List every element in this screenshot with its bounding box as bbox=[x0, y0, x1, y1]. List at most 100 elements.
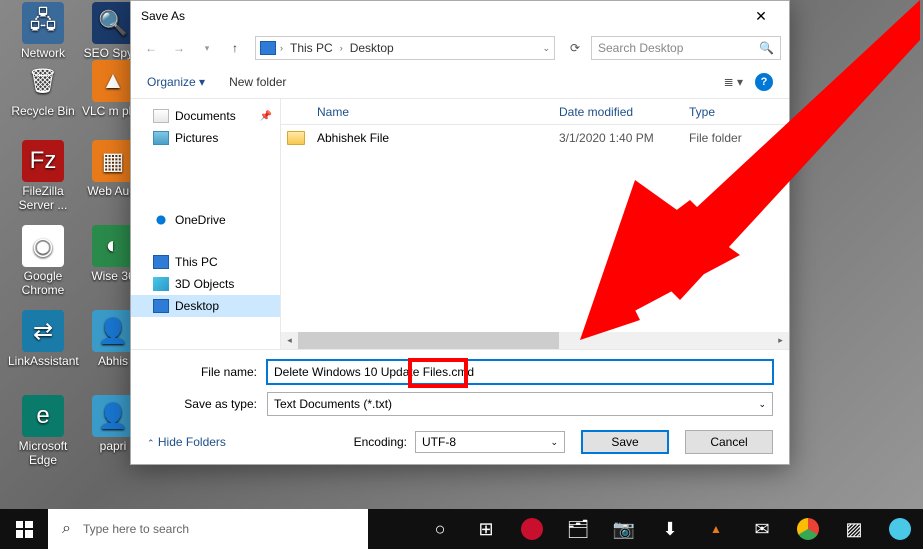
desktop-icon bbox=[153, 299, 169, 313]
filename-label: File name: bbox=[147, 365, 267, 379]
forward-icon: → bbox=[167, 36, 191, 60]
address-bar[interactable]: › This PC › Desktop ⌄ bbox=[255, 36, 555, 60]
chevron-right-icon[interactable]: › bbox=[280, 43, 283, 53]
saveastype-select[interactable]: Text Documents (*.txt)⌄ bbox=[267, 392, 773, 416]
chevron-down-icon[interactable]: ⌄ bbox=[542, 43, 550, 54]
sidebar-item-3d[interactable]: 3D Objects bbox=[131, 273, 280, 295]
app-icon: 🗑 bbox=[22, 60, 64, 102]
explorer-icon[interactable]: 🗂 bbox=[555, 509, 601, 549]
pc-icon bbox=[153, 255, 169, 269]
bottom-panel: File name: Save as type: Text Documents … bbox=[131, 349, 789, 464]
chevron-down-icon: ⌄ bbox=[550, 437, 558, 448]
sidebar-item-documents[interactable]: Documents📌 bbox=[131, 105, 280, 127]
search-icon: ⌕ bbox=[62, 520, 71, 538]
browser-icon[interactable] bbox=[877, 509, 923, 549]
taskbar-search[interactable]: ⌕ Type here to search bbox=[48, 509, 368, 549]
desktop-icon[interactable]: ◉Google Chrome bbox=[8, 225, 78, 297]
sidebar: Documents📌 Pictures OneDrive This PC 3D … bbox=[131, 99, 281, 349]
view-icon[interactable]: ≣ ▾ bbox=[724, 75, 743, 89]
filename-input[interactable] bbox=[267, 360, 773, 384]
help-icon[interactable]: ? bbox=[755, 73, 773, 91]
pictures-icon bbox=[153, 131, 169, 145]
vlc-icon[interactable]: ▲ bbox=[693, 509, 739, 549]
close-icon[interactable]: ✕ bbox=[741, 2, 781, 30]
organize-menu[interactable]: Organize ▾ bbox=[147, 75, 205, 89]
camera-icon[interactable]: 📷 bbox=[601, 509, 647, 549]
sidebar-item-onedrive[interactable]: OneDrive bbox=[131, 209, 280, 231]
file-row[interactable]: Abhishek File 3/1/2020 1:40 PM File fold… bbox=[281, 125, 789, 151]
taskbar: ⌕ Type here to search ○ ⊞ 🗂 📷 ⬇ ▲ ✉ ▨ bbox=[0, 509, 923, 549]
breadcrumb-root[interactable]: This PC bbox=[287, 41, 336, 55]
col-type[interactable]: Type bbox=[689, 105, 789, 119]
taskview-icon[interactable]: ⊞ bbox=[463, 509, 509, 549]
desktop-icon[interactable]: eMicrosoft Edge bbox=[8, 395, 78, 467]
breadcrumb-current[interactable]: Desktop bbox=[347, 41, 397, 55]
3d-objects-icon bbox=[153, 277, 169, 291]
cancel-button[interactable]: Cancel bbox=[685, 430, 773, 454]
file-name: Abhishek File bbox=[311, 131, 559, 145]
app-icon: 🔍 bbox=[92, 2, 134, 44]
file-list: Name Date modified Type Abhishek File 3/… bbox=[281, 99, 789, 349]
chevron-right-icon[interactable]: › bbox=[340, 43, 343, 53]
desktop-icon[interactable]: 🖧 Network bbox=[8, 2, 78, 60]
folder-icon bbox=[287, 131, 305, 145]
cortana-icon[interactable]: ○ bbox=[417, 509, 463, 549]
file-type: File folder bbox=[689, 131, 789, 145]
scroll-left-icon[interactable]: ◂ bbox=[281, 332, 298, 349]
desktop-icon[interactable]: ⇄ LinkAssistant bbox=[8, 310, 78, 368]
app-icon: ▲ bbox=[92, 60, 134, 102]
app-icon: ⇄ bbox=[22, 310, 64, 352]
file-date: 3/1/2020 1:40 PM bbox=[559, 131, 689, 145]
start-button[interactable] bbox=[0, 509, 48, 549]
search-placeholder: Search Desktop bbox=[598, 41, 683, 55]
app-icon: 🖧 bbox=[22, 2, 64, 44]
desktop-icon[interactable]: 🗑 Recycle Bin bbox=[8, 60, 78, 118]
desktop-icon[interactable]: FzFileZilla Server ... bbox=[8, 140, 78, 212]
search-icon: 🔍 bbox=[759, 41, 774, 55]
col-name[interactable]: Name bbox=[311, 105, 559, 119]
app-icon: e bbox=[22, 395, 64, 437]
scroll-right-icon[interactable]: ▸ bbox=[772, 332, 789, 349]
windows-icon bbox=[16, 521, 33, 538]
dialog-title: Save As bbox=[139, 9, 741, 23]
taskbar-search-placeholder: Type here to search bbox=[83, 522, 189, 536]
chevron-down-icon: ⌄ bbox=[758, 399, 766, 410]
app-icon[interactable]: ▨ bbox=[831, 509, 877, 549]
sidebar-item-thispc[interactable]: This PC bbox=[131, 251, 280, 273]
encoding-select[interactable]: UTF-8⌄ bbox=[415, 431, 565, 453]
back-icon[interactable]: ← bbox=[139, 36, 163, 60]
sidebar-item-desktop[interactable]: Desktop bbox=[131, 295, 280, 317]
save-button[interactable]: Save bbox=[581, 430, 669, 454]
recent-icon[interactable]: ▾ bbox=[195, 36, 219, 60]
icon-label: Recycle Bin bbox=[8, 104, 78, 118]
icon-label: FileZilla Server ... bbox=[8, 184, 78, 212]
new-folder-button[interactable]: New folder bbox=[229, 75, 286, 89]
sidebar-item-pictures[interactable]: Pictures bbox=[131, 127, 280, 149]
toolbar: Organize ▾ New folder ≣ ▾ ? bbox=[131, 65, 789, 99]
pin-icon: 📌 bbox=[260, 111, 272, 122]
icon-label: Network bbox=[8, 46, 78, 60]
app-icon: ▦ bbox=[92, 140, 134, 182]
app-icon: ◐ bbox=[92, 225, 134, 267]
icon-label: Microsoft Edge bbox=[8, 439, 78, 467]
horizontal-scrollbar[interactable]: ◂ ▸ bbox=[281, 332, 789, 349]
app-icon: 👤 bbox=[92, 310, 134, 352]
scroll-thumb[interactable] bbox=[298, 332, 559, 349]
col-date[interactable]: Date modified bbox=[559, 105, 689, 119]
icon-label: Google Chrome bbox=[8, 269, 78, 297]
hide-folders-toggle[interactable]: ⌃ Hide Folders bbox=[147, 435, 226, 449]
encoding-label: Encoding: bbox=[354, 435, 407, 449]
refresh-icon[interactable]: ⟳ bbox=[563, 36, 587, 60]
column-headers: Name Date modified Type bbox=[281, 99, 789, 125]
opera-icon[interactable] bbox=[509, 509, 555, 549]
pc-icon bbox=[260, 41, 276, 55]
icon-label: LinkAssistant bbox=[8, 354, 78, 368]
search-input[interactable]: Search Desktop 🔍 bbox=[591, 36, 781, 60]
up-icon[interactable]: ↑ bbox=[223, 36, 247, 60]
idm-icon[interactable]: ⬇ bbox=[647, 509, 693, 549]
app-icon: 👤 bbox=[92, 395, 134, 437]
chrome-icon[interactable] bbox=[785, 509, 831, 549]
mail-icon[interactable]: ✉ bbox=[739, 509, 785, 549]
app-icon: Fz bbox=[22, 140, 64, 182]
documents-icon bbox=[153, 109, 169, 123]
